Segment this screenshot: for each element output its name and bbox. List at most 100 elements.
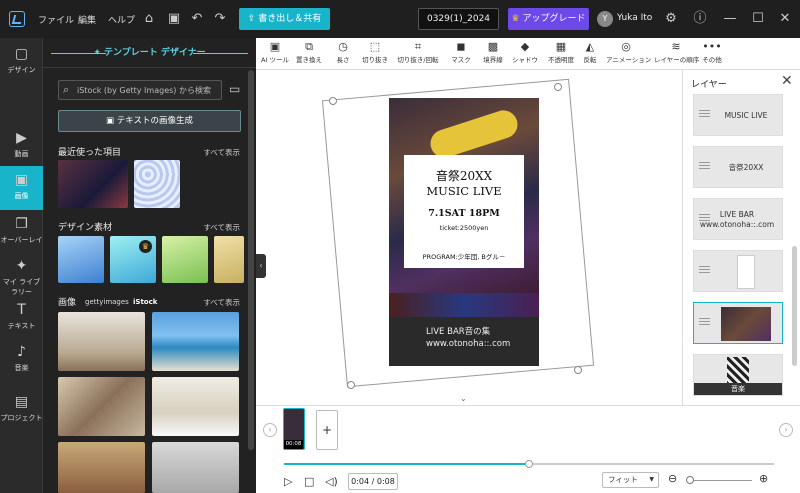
menu-edit[interactable]: 編集 <box>78 13 96 26</box>
poster-footer[interactable]: LIVE BAR音の集 www.otonoha::.com <box>389 317 539 366</box>
maximize-icon[interactable]: ☐ <box>750 11 766 27</box>
image-thumb-bedroom[interactable] <box>152 377 239 436</box>
image-thumb-room[interactable] <box>152 442 239 493</box>
timeline-next-button[interactable]: › <box>779 423 793 437</box>
design-see-all[interactable]: すべて表示 <box>203 222 240 233</box>
expand-timeline-icon[interactable]: ⌄ <box>460 394 467 403</box>
menu-file[interactable]: ファイル <box>38 13 74 26</box>
image-thumb-pool[interactable] <box>152 312 239 371</box>
drag-handle-icon[interactable] <box>699 110 710 111</box>
tool-mask[interactable]: ◼ マスク <box>446 40 476 66</box>
layers-scrollbar[interactable] <box>792 246 797 366</box>
poster-program[interactable]: PROGRAM:少年団, Bグル－ <box>404 251 524 261</box>
upgrade-button[interactable]: ♛ アップグレード <box>508 8 589 30</box>
layer-item-audio[interactable]: 音楽 <box>693 354 783 396</box>
poster-title-en[interactable]: MUSIC LIVE <box>404 184 524 198</box>
help-icon[interactable]: ⓘ <box>692 11 708 27</box>
resize-handle-tr[interactable] <box>554 83 562 91</box>
tool-duration[interactable]: ◷ 長さ <box>328 40 358 66</box>
timeline-prev-button[interactable]: ‹ <box>263 423 277 437</box>
add-clip-button[interactable]: + <box>316 410 338 450</box>
poster-text-card[interactable]: 音祭20XX MUSIC LIVE 7.1SAT 18PM ticket:250… <box>404 155 524 268</box>
export-share-button[interactable]: ⇪ 書き出し＆共有 <box>239 8 330 30</box>
drag-handle-icon[interactable] <box>699 318 710 319</box>
rail-item-video[interactable]: ▶ 動画 <box>0 124 43 168</box>
play-icon[interactable]: ▷ <box>284 475 292 488</box>
search-input[interactable]: ⌕ iStock (by Getty Images) から検索 <box>58 80 222 100</box>
rail-item-images[interactable]: ▣ 画像 <box>0 166 43 210</box>
user-name[interactable]: Yuka Ito <box>617 13 652 23</box>
image-thumb-cafe[interactable] <box>58 442 145 493</box>
tool-flip[interactable]: ◭ 反転 <box>579 40 601 66</box>
poster-design[interactable]: 音祭20XX MUSIC LIVE 7.1SAT 18PM ticket:250… <box>389 98 539 366</box>
tool-replace[interactable]: ⧉ 置き換え <box>294 40 324 66</box>
open-folder-icon[interactable]: ▭ <box>229 82 240 96</box>
images-see-all[interactable]: すべて表示 <box>203 297 240 308</box>
panel-scrollbar[interactable] <box>248 70 254 450</box>
tool-border[interactable]: ▩ 境界線 <box>478 40 508 66</box>
zoom-slider-knob[interactable] <box>686 476 694 484</box>
poster-date[interactable]: 7.1SAT 18PM <box>404 208 524 219</box>
design-thumb-4[interactable] <box>214 236 244 283</box>
layer-item-music-live[interactable]: MUSIC LIVE <box>693 94 783 136</box>
recent-see-all[interactable]: すべて表示 <box>203 147 240 158</box>
resize-handle-br[interactable] <box>574 366 582 374</box>
poster-title-jp[interactable]: 音祭20XX <box>404 167 524 184</box>
poster-url[interactable]: www.otonoha::.com <box>426 339 510 349</box>
tool-cutout[interactable]: ⬚ 切り抜き <box>360 40 390 66</box>
close-icon[interactable]: ✕ <box>781 73 793 89</box>
layer-item-white-card[interactable] <box>693 250 783 292</box>
stop-icon[interactable]: □ <box>304 475 314 488</box>
tool-more[interactable]: ••• その他 <box>701 40 723 66</box>
minimize-icon[interactable]: — <box>722 11 738 27</box>
zoom-slider[interactable] <box>688 480 752 481</box>
image-thumb-couple[interactable] <box>58 377 145 436</box>
gear-icon[interactable]: ⚙ <box>663 11 679 27</box>
rail-item-projects[interactable]: ▤ プロジェクト <box>0 388 43 432</box>
progress-knob[interactable] <box>525 460 533 468</box>
undo-icon[interactable]: ↶ <box>189 11 205 27</box>
collapse-panel-handle[interactable]: ‹ <box>256 254 266 278</box>
zoom-out-icon[interactable]: ⊖ <box>668 472 677 485</box>
menu-help[interactable]: ヘルプ <box>108 13 135 26</box>
volume-icon[interactable]: ◁) <box>325 475 338 488</box>
tool-shadow[interactable]: ◆ シャドウ <box>510 40 540 66</box>
recent-thumb-floral[interactable] <box>134 160 180 208</box>
rail-item-design[interactable]: ▢ デザイン <box>0 40 43 84</box>
design-thumb-1[interactable] <box>58 236 104 283</box>
tool-ai[interactable]: ▣ AI ツール <box>260 40 290 66</box>
rail-item-library[interactable]: ✦ マイ ライブラリー <box>0 252 43 296</box>
design-thumb-3[interactable] <box>162 236 208 283</box>
zoom-select[interactable]: フィット ▼ <box>602 472 659 488</box>
avatar[interactable]: Y <box>597 11 613 27</box>
text-to-image-button[interactable]: ▣ テキストの画像生成 <box>58 110 241 132</box>
tool-layer-order[interactable]: ≋ レイヤーの順序 <box>654 40 699 66</box>
save-icon[interactable]: ▣ <box>166 11 182 27</box>
tool-crop-rotate[interactable]: ⌗ 切り抜き/回転 <box>396 40 440 66</box>
poster-ticket[interactable]: ticket:2500yen <box>404 224 524 232</box>
resize-handle-bl[interactable] <box>347 381 355 389</box>
design-thumb-2[interactable]: ♛ <box>110 236 156 283</box>
rail-item-overlay[interactable]: ❐ オーバーレイ <box>0 210 43 254</box>
playback-progress[interactable] <box>284 460 774 468</box>
crop-icon: ⌗ <box>414 40 422 53</box>
rail-item-music[interactable]: ♪ 音楽 <box>0 338 43 382</box>
rail-item-text[interactable]: T テキスト <box>0 296 43 340</box>
recent-thumb-concert[interactable] <box>58 160 128 208</box>
layer-item-photo[interactable] <box>693 302 783 344</box>
tool-animation[interactable]: ◎ アニメーション <box>606 40 651 66</box>
drag-handle-icon[interactable] <box>699 266 710 267</box>
poster-venue[interactable]: LIVE BAR音の集 <box>426 325 490 337</box>
redo-icon[interactable]: ↷ <box>212 11 228 27</box>
drag-handle-icon[interactable] <box>699 162 710 163</box>
home-icon[interactable]: ⌂ <box>141 11 157 27</box>
zoom-in-icon[interactable]: ⊕ <box>759 472 768 485</box>
tool-opacity[interactable]: ▦ 不透明度 <box>544 40 578 66</box>
close-icon[interactable]: ✕ <box>777 11 793 27</box>
layer-item-otomatsuri[interactable]: 音祭20XX <box>693 146 783 188</box>
layer-item-live-bar[interactable]: LIVE BAR www.otonoha::.com <box>693 198 783 240</box>
timeline-clip[interactable]: 00:08 <box>283 408 305 450</box>
image-thumb-dining[interactable] <box>58 312 145 371</box>
resize-handle-tl[interactable] <box>329 97 337 105</box>
project-name-field[interactable]: 0329(1)_2024 <box>418 8 499 30</box>
